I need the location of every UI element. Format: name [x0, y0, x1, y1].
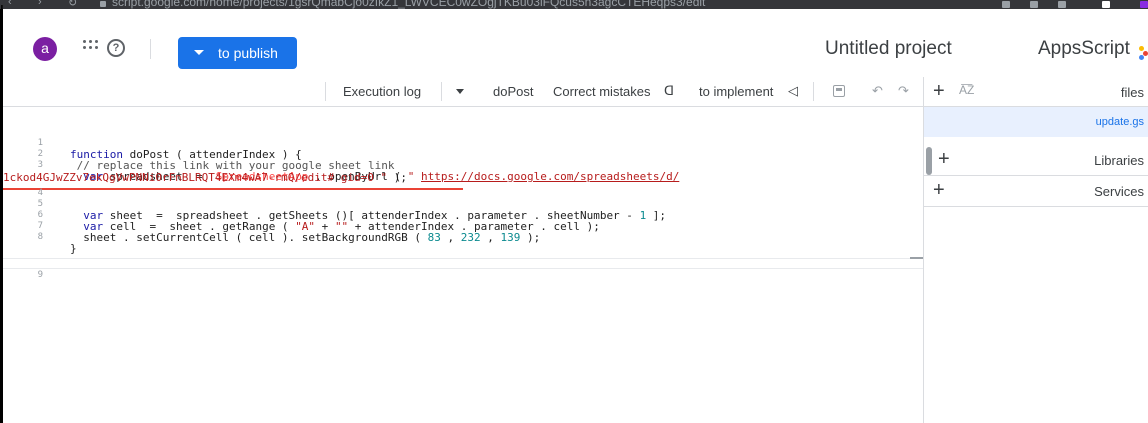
debug-icon[interactable]: ᗡ — [664, 83, 674, 99]
reload-icon[interactable]: ↻ — [68, 0, 77, 9]
services-label: Services — [1094, 184, 1144, 199]
code-line: 1ckod4GJwZZv7ekQgVwPNNi0rFnBLRQT4EXm4wA7… — [3, 171, 407, 184]
publish-button[interactable]: to publish — [178, 37, 297, 69]
avatar[interactable]: a — [33, 37, 57, 61]
run-icon[interactable]: ◁ — [788, 83, 798, 99]
file-name: update.gs — [1095, 116, 1144, 128]
code-line: 5 var sheet = spreadsheet . getSheets ()… — [37, 199, 667, 222]
add-library-icon[interactable]: + — [938, 149, 950, 169]
publish-label: to publish — [218, 45, 278, 61]
forward-icon[interactable]: › — [38, 0, 42, 8]
correct-mistakes-button[interactable]: Correct mistakes — [553, 84, 651, 99]
code-line: 4 — [37, 188, 43, 198]
code-line: 1 function doPost ( attenderIndex ) { — [37, 138, 302, 161]
app-name: AppsScript — [1038, 38, 1130, 59]
apps-script-logo-icon — [1139, 46, 1148, 60]
back-icon[interactable]: ‹ — [8, 0, 12, 8]
files-label: files — [1120, 85, 1144, 100]
code-line: 8 } — [37, 232, 77, 255]
add-service-icon[interactable]: + — [933, 180, 945, 200]
editor-toolbar: Execution log doPost Correct mistakes ᗡ … — [3, 77, 923, 107]
sort-az-icon[interactable]: A͞Z — [959, 83, 974, 97]
run-button[interactable]: to implement — [699, 84, 773, 99]
url-text[interactable]: script.google.com/home/projects/1gsrQmab… — [112, 0, 705, 9]
window-icon[interactable] — [1102, 1, 1110, 8]
header-divider — [150, 39, 151, 59]
execution-log-button[interactable]: Execution log — [343, 84, 421, 99]
apps-grid-icon[interactable] — [83, 40, 99, 56]
function-select[interactable]: doPost — [493, 84, 533, 99]
profile-icon[interactable] — [1140, 1, 1148, 8]
toolbar-divider — [441, 82, 442, 101]
bookmark-star-icon[interactable] — [1058, 1, 1066, 8]
code-line: 3 var spreadsheet = SpreadsheetApp . ope… — [37, 160, 680, 183]
add-file-icon[interactable]: + — [933, 81, 945, 101]
save-icon[interactable] — [833, 85, 845, 97]
code-line: 6 var cell = sheet . getRange ( "A" + ""… — [37, 210, 600, 233]
chevron-down-icon — [194, 50, 204, 55]
browser-url-bar[interactable]: ‹ › ↻ script.google.com/home/projects/1g… — [0, 0, 1148, 9]
redo-icon[interactable]: ↷ — [898, 83, 909, 99]
files-panel: + A͞Z files update.gs + Libraries + Serv… — [924, 77, 1148, 423]
share-icon[interactable] — [1030, 1, 1038, 8]
toolbar-divider — [813, 82, 814, 101]
app-header: a ? to publish Untitled project AppsScri… — [3, 9, 1148, 78]
file-item-update-gs[interactable]: update.gs — [924, 107, 1148, 137]
help-icon[interactable]: ? — [107, 39, 125, 57]
code-line: 2 // replace this link with your google … — [37, 149, 395, 172]
code-editor[interactable]: 1 function doPost ( attenderIndex ) { 2 … — [3, 107, 926, 423]
code-line: 9 — [37, 270, 43, 280]
project-title[interactable]: Untitled project — [825, 38, 952, 60]
libraries-section[interactable]: + Libraries — [924, 145, 1148, 176]
files-header: + A͞Z files — [924, 77, 1148, 107]
function-dropdown-icon[interactable] — [456, 89, 464, 94]
code-line: 7 sheet . setCurrentCell ( cell ). setBa… — [37, 221, 541, 244]
undo-icon[interactable]: ↶ — [872, 83, 883, 99]
lock-icon — [100, 1, 106, 7]
toolbar-divider — [325, 82, 326, 101]
extension-icon[interactable] — [1002, 1, 1010, 8]
services-section[interactable]: + Services — [924, 176, 1148, 207]
libraries-label: Libraries — [1094, 153, 1144, 168]
